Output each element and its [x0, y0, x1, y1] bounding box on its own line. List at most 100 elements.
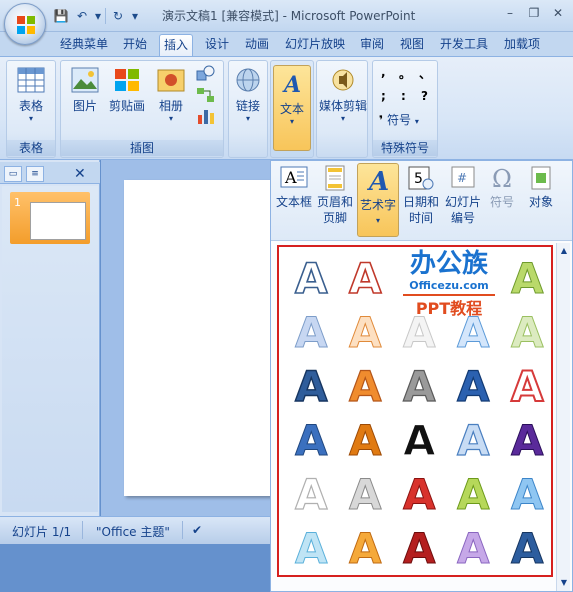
status-theme: "Office 主题": [96, 525, 170, 539]
wordart-style-4-5[interactable]: A: [501, 413, 551, 463]
wordart-style-6-4[interactable]: A: [447, 521, 497, 571]
wordart-style-6-3[interactable]: A: [393, 521, 443, 571]
object-button[interactable]: 对象: [523, 165, 559, 210]
symbol-period[interactable]: 。: [399, 65, 411, 82]
undo-icon[interactable]: ↶: [73, 7, 91, 25]
undo-dropdown-icon[interactable]: ▾: [94, 7, 102, 25]
link-label: 链接: [235, 99, 260, 113]
wordart-style-5-4[interactable]: A: [447, 467, 497, 517]
wordart-style-2-5[interactable]: A: [501, 305, 551, 355]
gallery-scrollbar[interactable]: ▲ ▼: [556, 243, 570, 591]
picture-button[interactable]: 图片: [67, 67, 103, 114]
slides-tab-icon[interactable]: ▭: [4, 166, 22, 182]
slide-thumbnail-selected[interactable]: 1: [10, 192, 90, 244]
slide-number: 1: [14, 196, 21, 209]
symbol-question[interactable]: ?: [421, 89, 428, 103]
wordart-style-1-2[interactable]: A: [339, 251, 389, 301]
minimize-button[interactable]: –: [499, 4, 521, 22]
wordart-style-2-2[interactable]: A: [339, 305, 389, 355]
header-footer-label: 页眉和 页脚: [316, 195, 353, 225]
wordart-letter-icon: A: [349, 470, 383, 516]
wordart-style-2-1[interactable]: A: [285, 305, 335, 355]
spellcheck-icon[interactable]: ✔: [192, 523, 202, 537]
restore-button[interactable]: ❐: [523, 4, 545, 22]
save-icon[interactable]: 💾: [52, 7, 70, 25]
outline-tab-icon[interactable]: ≡: [26, 166, 44, 182]
wordart-style-5-2[interactable]: A: [339, 467, 389, 517]
wordart-style-6-5[interactable]: A: [501, 521, 551, 571]
symbol-colon[interactable]: :: [401, 89, 406, 103]
wordart-style-2-3[interactable]: A: [393, 305, 443, 355]
symbol-semicolon[interactable]: ;: [381, 89, 386, 103]
watermark-title: 办公族: [409, 249, 488, 279]
tab-addins[interactable]: 加载项: [500, 34, 544, 56]
wordart-gallery: 办公族 Officezu.com PPT教程 AAAAAAAAAAAAAAAAA…: [277, 245, 553, 577]
tab-insert[interactable]: 插入: [159, 34, 194, 56]
wordart-style-3-5[interactable]: A: [501, 359, 551, 409]
media-clip-button[interactable]: 媒体剪辑 ▾: [319, 67, 367, 123]
wordart-style-3-4[interactable]: A: [447, 359, 497, 409]
textbox-button[interactable]: A 文本框: [275, 165, 313, 210]
symbol-button[interactable]: ❜ 符号 ▾: [379, 111, 419, 128]
office-button[interactable]: [4, 3, 46, 45]
tab-animation[interactable]: 动画: [241, 34, 273, 56]
text-button[interactable]: A 文本 ▾: [273, 65, 311, 151]
close-button[interactable]: ✕: [547, 4, 569, 22]
tab-developer[interactable]: 开发工具: [436, 34, 492, 56]
date-time-button[interactable]: 5 日期和 时间: [401, 165, 441, 226]
wordart-letter-icon: A: [294, 469, 328, 515]
svg-text:A: A: [403, 362, 436, 407]
tab-classic-menu[interactable]: 经典菜单: [56, 34, 112, 56]
wordart-style-4-3[interactable]: A: [393, 413, 443, 463]
wordart-button[interactable]: A 艺术字 ▾: [357, 163, 399, 237]
wordart-style-4-2[interactable]: A: [339, 413, 389, 463]
scroll-down-icon[interactable]: ▼: [557, 577, 571, 589]
chart-button[interactable]: [193, 107, 219, 128]
symbol-comma[interactable]: ,: [381, 65, 386, 79]
wordart-style-6-1[interactable]: A: [285, 521, 335, 571]
wordart-style-4-1[interactable]: A: [285, 413, 335, 463]
qat-customize-icon[interactable]: ▾: [130, 7, 140, 25]
table-icon: [17, 67, 45, 93]
media-label: 媒体剪辑: [319, 99, 368, 113]
shapes-button[interactable]: [193, 65, 219, 86]
redo-icon[interactable]: ↻: [109, 7, 127, 25]
wordart-style-1-1[interactable]: A: [285, 251, 335, 301]
close-panel-icon[interactable]: ✕: [74, 166, 86, 182]
tab-home[interactable]: 开始: [119, 34, 151, 56]
wordart-style-4-4[interactable]: A: [447, 413, 497, 463]
wordart-label: 艺术字: [359, 198, 396, 212]
tab-view[interactable]: 视图: [396, 34, 428, 56]
tab-review[interactable]: 审阅: [356, 34, 388, 56]
watermark-url: Officezu.com: [409, 279, 489, 292]
link-button[interactable]: 链接 ▾: [231, 67, 265, 123]
wordart-letter-icon: A: [511, 254, 545, 300]
clipart-button[interactable]: 剪贴画: [105, 67, 149, 114]
slide-thumbnail-preview: [30, 202, 86, 240]
wordart-style-5-1[interactable]: A: [285, 467, 335, 517]
group-table: 表格 ▾ 表格: [6, 60, 56, 158]
header-footer-button[interactable]: 页眉和 页脚: [315, 165, 355, 226]
svg-text:A: A: [284, 168, 297, 187]
slide-number-button[interactable]: # 幻灯片 编号: [443, 165, 483, 226]
tab-slideshow[interactable]: 幻灯片放映: [281, 34, 349, 56]
wordart-style-2-4[interactable]: A: [447, 305, 497, 355]
wordart-style-6-2[interactable]: A: [339, 521, 389, 571]
wordart-style-1-5[interactable]: A: [501, 251, 551, 301]
scroll-up-icon[interactable]: ▲: [557, 245, 571, 257]
tab-design[interactable]: 设计: [201, 34, 233, 56]
wordart-style-3-2[interactable]: A: [339, 359, 389, 409]
smartart-button[interactable]: [193, 87, 219, 106]
album-button[interactable]: 相册 ▾: [153, 67, 189, 123]
symbol-insert-button[interactable]: Ω 符号: [485, 165, 519, 210]
status-separator: [182, 521, 183, 539]
svg-text:A: A: [511, 470, 544, 515]
wordart-style-5-3[interactable]: A: [393, 467, 443, 517]
wordart-style-5-5[interactable]: A: [501, 467, 551, 517]
wordart-style-3-3[interactable]: A: [393, 359, 443, 409]
wordart-style-3-1[interactable]: A: [285, 359, 335, 409]
table-button[interactable]: 表格 ▾: [11, 67, 51, 123]
slide-canvas[interactable]: [124, 180, 284, 496]
window-bottom: [0, 544, 272, 592]
symbol-pause[interactable]: 、: [419, 65, 431, 82]
